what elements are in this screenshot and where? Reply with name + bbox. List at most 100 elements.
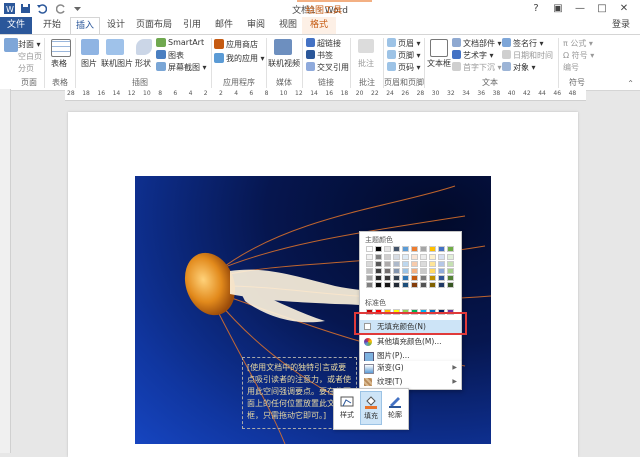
- tab-file[interactable]: 文件: [0, 17, 32, 34]
- theme-color-swatch[interactable]: [420, 275, 427, 281]
- theme-color-swatch[interactable]: [402, 261, 409, 267]
- blank-page-button[interactable]: 空白页: [18, 51, 42, 62]
- theme-color-swatch[interactable]: [384, 246, 391, 252]
- save-icon[interactable]: [20, 3, 31, 14]
- theme-color-swatch[interactable]: [366, 282, 373, 288]
- theme-color-swatch[interactable]: [438, 268, 445, 274]
- theme-color-swatch[interactable]: [411, 254, 418, 260]
- gradient-fill-item[interactable]: 渐变(G) ▶: [360, 361, 461, 374]
- theme-color-swatch[interactable]: [375, 246, 382, 252]
- theme-color-swatch[interactable]: [420, 268, 427, 274]
- tab-format[interactable]: 格式: [302, 17, 336, 34]
- theme-color-swatch[interactable]: [447, 261, 454, 267]
- outline-button[interactable]: 轮廓: [384, 391, 406, 425]
- smartart-button[interactable]: SmartArt: [168, 38, 204, 47]
- theme-color-swatch[interactable]: [420, 261, 427, 267]
- theme-color-swatch[interactable]: [393, 282, 400, 288]
- vertical-ruler[interactable]: [0, 89, 11, 453]
- theme-color-swatch[interactable]: [411, 268, 418, 274]
- theme-color-swatch[interactable]: [366, 254, 373, 260]
- texture-fill-item[interactable]: 纹理(T) ▶: [360, 375, 461, 388]
- horizontal-ruler[interactable]: 28 18 16 14 12 10 8 6 4 2 2 4 6 8 10 12 14 16 18 20 22 24 26 28…: [65, 89, 586, 101]
- login-link[interactable]: 登录: [612, 17, 630, 34]
- theme-color-swatch[interactable]: [429, 282, 436, 288]
- collapse-ribbon-icon[interactable]: ⌃: [627, 79, 634, 88]
- theme-color-swatch[interactable]: [429, 261, 436, 267]
- theme-color-swatch[interactable]: [447, 246, 454, 252]
- bookmark-button[interactable]: 书签: [317, 50, 333, 61]
- style-button[interactable]: 样式: [336, 391, 358, 425]
- my-apps-button[interactable]: 我的应用 ▾: [226, 53, 265, 64]
- theme-color-swatch[interactable]: [438, 246, 445, 252]
- screenshot-button[interactable]: 屏幕截图 ▾: [168, 62, 207, 73]
- close-button[interactable]: ✕: [614, 1, 634, 16]
- theme-color-swatch[interactable]: [375, 261, 382, 267]
- theme-color-swatch[interactable]: [438, 282, 445, 288]
- theme-color-swatch[interactable]: [420, 246, 427, 252]
- cover-page-button[interactable]: 封面 ▾: [18, 39, 41, 50]
- theme-color-swatch[interactable]: [384, 268, 391, 274]
- theme-color-swatch[interactable]: [393, 275, 400, 281]
- date-time-button[interactable]: 日期和时间: [513, 50, 553, 61]
- theme-color-swatch[interactable]: [393, 261, 400, 267]
- theme-color-swatch[interactable]: [411, 275, 418, 281]
- drop-cap-button[interactable]: 首字下沉 ▾: [463, 62, 502, 73]
- signature-line-button[interactable]: 签名行 ▾: [513, 38, 544, 49]
- tab-design[interactable]: 设计: [102, 17, 130, 34]
- theme-color-swatch[interactable]: [402, 282, 409, 288]
- footer-button[interactable]: 页脚 ▾: [398, 50, 421, 61]
- theme-color-swatch[interactable]: [393, 254, 400, 260]
- maximize-button[interactable]: □: [592, 1, 612, 16]
- redo-icon[interactable]: [56, 3, 67, 14]
- theme-color-swatch[interactable]: [366, 261, 373, 267]
- theme-color-swatch[interactable]: [375, 275, 382, 281]
- theme-color-swatch[interactable]: [375, 268, 382, 274]
- numbering-button[interactable]: 编号: [563, 62, 579, 73]
- theme-color-swatch[interactable]: [429, 275, 436, 281]
- picture-button[interactable]: 图片: [81, 58, 97, 69]
- store-button[interactable]: 应用商店: [226, 39, 258, 50]
- theme-color-swatch[interactable]: [438, 275, 445, 281]
- theme-color-swatch[interactable]: [375, 282, 382, 288]
- shapes-button[interactable]: 形状: [135, 58, 151, 69]
- theme-color-swatch[interactable]: [438, 261, 445, 267]
- theme-color-swatch[interactable]: [447, 268, 454, 274]
- theme-color-swatch[interactable]: [420, 254, 427, 260]
- wordart-button[interactable]: 艺术字 ▾: [463, 50, 494, 61]
- object-button[interactable]: 对象 ▾: [513, 62, 536, 73]
- theme-color-swatch[interactable]: [402, 246, 409, 252]
- theme-color-swatch[interactable]: [393, 268, 400, 274]
- theme-color-swatch[interactable]: [375, 254, 382, 260]
- theme-color-swatch[interactable]: [420, 282, 427, 288]
- theme-color-swatch[interactable]: [429, 268, 436, 274]
- comment-button[interactable]: 批注: [358, 58, 374, 69]
- customize-toolbar-icon[interactable]: [72, 3, 83, 14]
- tab-view[interactable]: 视图: [274, 17, 302, 34]
- text-box-button[interactable]: 文本框: [427, 58, 451, 69]
- tab-review[interactable]: 审阅: [242, 17, 270, 34]
- theme-color-swatch[interactable]: [393, 246, 400, 252]
- theme-color-swatch[interactable]: [366, 246, 373, 252]
- equation-button[interactable]: π 公式 ▾: [563, 38, 593, 49]
- help-button[interactable]: ?: [526, 1, 546, 16]
- theme-color-swatch[interactable]: [384, 254, 391, 260]
- table-button[interactable]: 表格: [51, 58, 67, 69]
- tab-mailings[interactable]: 邮件: [210, 17, 238, 34]
- theme-color-swatch[interactable]: [447, 275, 454, 281]
- header-button[interactable]: 页眉 ▾: [398, 38, 421, 49]
- theme-color-swatch[interactable]: [402, 268, 409, 274]
- theme-color-swatch[interactable]: [411, 246, 418, 252]
- symbol-button[interactable]: Ω 符号 ▾: [563, 50, 594, 61]
- theme-color-swatch[interactable]: [447, 254, 454, 260]
- online-picture-button[interactable]: 联机图片: [101, 58, 133, 69]
- theme-color-swatch[interactable]: [366, 275, 373, 281]
- theme-color-swatch[interactable]: [438, 254, 445, 260]
- page-number-button[interactable]: 页码 ▾: [398, 62, 421, 73]
- theme-color-swatch[interactable]: [402, 275, 409, 281]
- online-video-button[interactable]: 联机视频: [268, 58, 300, 69]
- theme-color-swatch[interactable]: [447, 282, 454, 288]
- chart-button[interactable]: 图表: [168, 50, 184, 61]
- theme-color-swatch[interactable]: [366, 268, 373, 274]
- page-break-button[interactable]: 分页: [18, 63, 34, 74]
- tab-insert[interactable]: 插入: [70, 17, 100, 35]
